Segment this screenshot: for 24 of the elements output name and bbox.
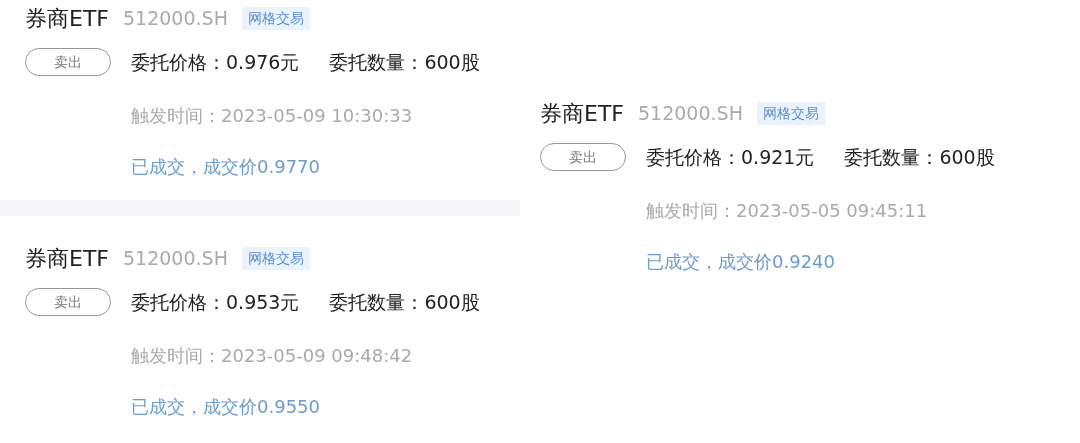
fund-name: 券商ETF: [540, 99, 624, 128]
fund-code: 512000.SH: [123, 5, 228, 31]
trigger-time: 触发时间：2023-05-09 09:48:42: [131, 344, 414, 368]
sell-button[interactable]: 卖出: [25, 48, 111, 76]
sell-button[interactable]: 卖出: [25, 288, 111, 316]
strategy-tag: 网格交易: [756, 101, 825, 125]
order-quantity: 委托数量：600股: [844, 144, 995, 170]
trigger-time: 触发时间：2023-05-05 09:45:11: [646, 199, 929, 223]
fill-status: 已成交，成交价0.9550: [131, 395, 321, 419]
fund-name: 券商ETF: [25, 244, 109, 273]
order-quantity: 委托数量：600股: [329, 289, 480, 315]
fund-code: 512000.SH: [638, 100, 743, 126]
fund-code: 512000.SH: [123, 245, 228, 271]
trigger-time: 触发时间：2023-05-09 10:30:33: [131, 104, 414, 128]
order-price: 委托价格：0.953元: [131, 289, 300, 315]
strategy-tag: 网格交易: [241, 6, 310, 30]
order-price: 委托价格：0.921元: [646, 144, 815, 170]
order-price: 委托价格：0.976元: [131, 49, 300, 75]
fund-name: 券商ETF: [25, 4, 109, 33]
strategy-tag: 网格交易: [241, 246, 310, 270]
sell-button[interactable]: 卖出: [540, 143, 626, 171]
order-quantity: 委托数量：600股: [329, 49, 480, 75]
fill-status: 已成交，成交价0.9240: [646, 250, 836, 274]
fill-status: 已成交，成交价0.9770: [131, 155, 321, 179]
